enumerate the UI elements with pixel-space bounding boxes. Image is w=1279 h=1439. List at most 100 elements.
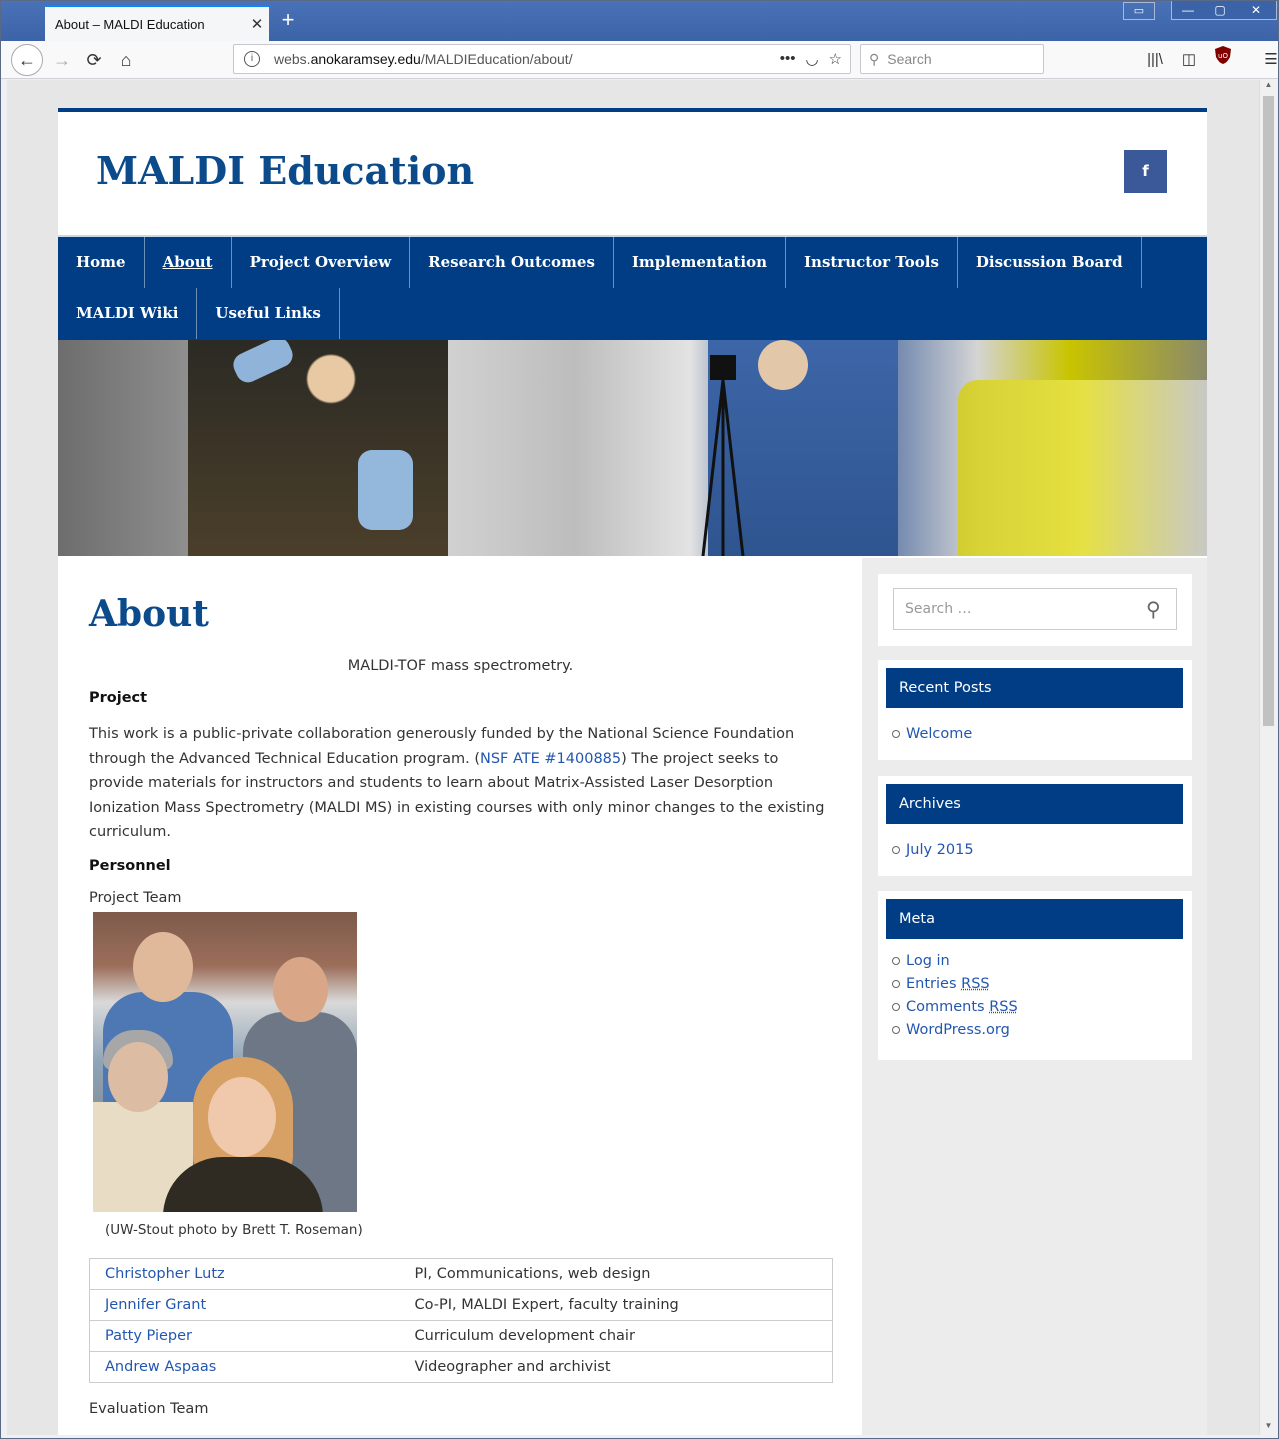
- back-button[interactable]: ←: [11, 44, 43, 76]
- search-icon: ⚲: [869, 50, 880, 67]
- recent-posts-title: Recent Posts: [886, 668, 1183, 708]
- page-scrollbar[interactable]: ▲ ▼: [1259, 80, 1276, 1435]
- scroll-up-icon[interactable]: ▲: [1260, 80, 1277, 94]
- url-actions: ••• ◡ ☆: [780, 50, 850, 68]
- team-member-link[interactable]: Christopher Lutz: [105, 1266, 225, 1282]
- nav-item-project-overview[interactable]: Project Overview: [232, 237, 411, 288]
- scrollbar-thumb[interactable]: [1263, 96, 1274, 726]
- archives-title: Archives: [886, 784, 1183, 824]
- forward-button[interactable]: →: [47, 45, 77, 75]
- nav-item-label: About: [162, 253, 213, 271]
- minimize-icon[interactable]: —: [1172, 1, 1204, 19]
- reload-button[interactable]: ⟳: [79, 45, 109, 75]
- team-member-role: Curriculum development chair: [399, 1320, 833, 1352]
- site-container: MALDI Education f Home About Project Overv…: [58, 108, 1207, 1435]
- hero-caption: MALDI-TOF mass spectrometry.: [347, 658, 574, 674]
- entry-content: MALDI-TOF mass spectrometry. Project Thi…: [89, 658, 833, 1417]
- team-member-role: Co-PI, MALDI Expert, faculty training: [399, 1289, 833, 1321]
- nsf-award-link[interactable]: NSF ATE #1400885: [480, 751, 621, 767]
- archive-link[interactable]: July 2015: [906, 842, 974, 858]
- url-bar[interactable]: i webs.anokaramsey.edu/MALDIEducation/ab…: [233, 44, 851, 74]
- team-member-name-cell: Jennifer Grant: [89, 1289, 400, 1321]
- personnel-heading: Personnel: [89, 857, 171, 874]
- nav-item-label: Implementation: [631, 253, 768, 271]
- main-content: About MALDI-TOF mass spectrometry. Proje…: [58, 558, 862, 1435]
- nav-item-label: Instructor Tools: [804, 253, 939, 271]
- window-controls: — ▢ ✕: [1171, 1, 1277, 20]
- search-widget: Search … ⚲: [878, 574, 1192, 646]
- site-search-placeholder: Search …: [905, 601, 972, 617]
- menu-icon[interactable]: ☰: [1257, 45, 1279, 75]
- sidebar: Search … ⚲ Recent Posts Welcome Archives…: [862, 558, 1207, 1435]
- team-member-name-cell: Patty Pieper: [89, 1320, 400, 1352]
- pocket-icon[interactable]: ◡: [805, 50, 818, 68]
- svg-text:uO: uO: [1218, 52, 1228, 60]
- entries-rss-link[interactable]: Entries RSS: [906, 976, 990, 992]
- nav-item-research-outcomes[interactable]: Research Outcomes: [410, 237, 614, 288]
- nav-item-label: Home: [76, 253, 126, 271]
- nav-item-useful-links[interactable]: Useful Links: [197, 288, 340, 339]
- wordpress-link[interactable]: WordPress.org: [906, 1022, 1010, 1038]
- home-button[interactable]: ⌂: [111, 45, 141, 75]
- nav-item-label: Discussion Board: [975, 253, 1123, 271]
- team-member-name-cell: Christopher Lutz: [89, 1258, 400, 1290]
- close-window-icon[interactable]: ✕: [1236, 1, 1276, 19]
- recent-posts-widget: Recent Posts Welcome: [878, 660, 1192, 760]
- nav-item-implementation[interactable]: Implementation: [614, 237, 787, 288]
- nav-item-maldi-wiki[interactable]: MALDI Wiki: [58, 288, 198, 339]
- window-menu-icon[interactable]: ▭: [1123, 2, 1155, 20]
- site-info-icon[interactable]: i: [244, 51, 260, 67]
- nav-item-home[interactable]: Home: [58, 237, 145, 288]
- archives-widget: Archives July 2015: [878, 776, 1192, 876]
- bookmark-star-icon[interactable]: ☆: [829, 50, 842, 68]
- facebook-icon[interactable]: f: [1124, 150, 1167, 193]
- page-actions-icon[interactable]: •••: [780, 50, 796, 68]
- sidebar-icon[interactable]: ◫: [1175, 45, 1203, 75]
- team-member-role: Videographer and archivist: [399, 1351, 833, 1383]
- login-link[interactable]: Log in: [906, 953, 950, 969]
- library-icon[interactable]: |||\: [1141, 45, 1169, 75]
- photo-caption: (UW-Stout photo by Brett T. Roseman): [105, 1221, 363, 1238]
- meta-item: Comments RSS: [892, 995, 1018, 1018]
- recent-post-link[interactable]: Welcome: [906, 726, 972, 742]
- site-title[interactable]: MALDI Education: [96, 148, 474, 193]
- search-icon[interactable]: ⚲: [1146, 597, 1176, 621]
- maximize-icon[interactable]: ▢: [1204, 1, 1236, 19]
- comments-rss-link[interactable]: Comments RSS: [906, 999, 1018, 1015]
- table-row: Patty Pieper Curriculum development chair: [89, 1320, 833, 1352]
- list-item: Welcome: [892, 722, 972, 745]
- browser-tab[interactable]: About – MALDI Education ✕: [45, 5, 269, 41]
- ublock-icon[interactable]: uO: [1209, 45, 1237, 75]
- project-paragraph: This work is a public-private collaborat…: [89, 726, 825, 840]
- close-tab-icon[interactable]: ✕: [245, 15, 269, 33]
- scroll-down-icon[interactable]: ▼: [1260, 1421, 1277, 1435]
- browser-search-placeholder: Search: [887, 51, 932, 67]
- project-heading: Project: [89, 690, 148, 706]
- nav-item-discussion-board[interactable]: Discussion Board: [958, 237, 1142, 288]
- nav-item-instructor-tools[interactable]: Instructor Tools: [786, 237, 958, 288]
- toolbar-right: |||\ ◫ uO ☰: [1141, 45, 1279, 75]
- browser-window: About – MALDI Education ✕ + ▭ — ▢ ✕ ← → …: [0, 0, 1279, 1439]
- project-team-photo: [93, 911, 357, 1212]
- team-member-link[interactable]: Jennifer Grant: [105, 1297, 206, 1313]
- table-row: Christopher Lutz PI, Communications, web …: [89, 1258, 833, 1290]
- site-search-input[interactable]: Search … ⚲: [893, 588, 1177, 630]
- team-member-role: PI, Communications, web design: [399, 1258, 833, 1290]
- nav-item-about[interactable]: About: [145, 237, 232, 288]
- browser-search-field[interactable]: ⚲ Search: [860, 44, 1044, 74]
- main-navigation: Home About Project Overview Research Outcom…: [58, 235, 1207, 340]
- page-title: About: [89, 593, 209, 635]
- navigation-toolbar: ← → ⟳ ⌂ i webs.anokaramsey.edu/MALDIEduc…: [1, 41, 1278, 79]
- list-item: July 2015: [892, 838, 974, 861]
- url-text: webs.anokaramsey.edu/MALDIEducation/abou…: [274, 51, 573, 67]
- team-member-link[interactable]: Patty Pieper: [105, 1328, 192, 1344]
- meta-item: Log in: [892, 949, 1018, 972]
- team-member-link[interactable]: Andrew Aspaas: [105, 1359, 216, 1375]
- team-member-name-cell: Andrew Aspaas: [89, 1351, 400, 1383]
- nav-item-label: Useful Links: [215, 304, 321, 322]
- nav-item-label: Project Overview: [249, 253, 392, 271]
- tab-title: About – MALDI Education: [55, 16, 205, 32]
- evaluation-team-label: Evaluation Team: [89, 1400, 209, 1417]
- new-tab-button[interactable]: +: [277, 9, 299, 31]
- title-bar: About – MALDI Education ✕ + ▭ — ▢ ✕: [1, 1, 1278, 41]
